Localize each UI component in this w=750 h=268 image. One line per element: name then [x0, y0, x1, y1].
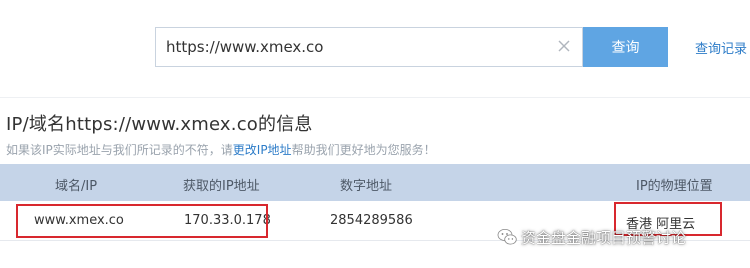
- hint-prefix: 如果该IP实际地址与我们所记录的不符，请: [6, 143, 233, 157]
- ip-lookup-page: 查询 查询记录 IP/域名https://www.xmex.co的信息 如果该I…: [0, 0, 750, 268]
- watermark-text: 资金盘金融项目预警讨论: [521, 228, 687, 247]
- hint-suffix: 帮助我们更好地为您服务！: [291, 143, 436, 157]
- table-header: 域名/IP 获取的IP地址 数字地址 IP的物理位置: [0, 164, 750, 201]
- column-header-ip: 获取的IP地址: [183, 179, 260, 194]
- column-header-domain: 域名/IP: [55, 179, 98, 194]
- watermark: 资金盘金融项目预警讨论: [497, 226, 686, 248]
- search-box[interactable]: [155, 27, 583, 67]
- search-area: 查询 查询记录: [0, 0, 750, 98]
- clear-icon[interactable]: [556, 38, 572, 54]
- highlight-box-domain-ip: [16, 204, 268, 238]
- page-title: IP/域名https://www.xmex.co的信息: [6, 114, 313, 135]
- hint-text: 如果该IP实际地址与我们所记录的不符，请更改IP地址帮助我们更好地为您服务！: [6, 141, 436, 158]
- search-button[interactable]: 查询: [583, 27, 668, 67]
- cell-numeric: 2854289586: [330, 213, 413, 228]
- column-header-location: IP的物理位置: [636, 179, 713, 194]
- wechat-icon: [497, 229, 517, 245]
- search-input[interactable]: [156, 28, 551, 66]
- query-history-link[interactable]: 查询记录: [695, 38, 747, 57]
- column-header-numeric: 数字地址: [340, 179, 393, 194]
- change-ip-link[interactable]: 更改IP地址: [233, 143, 292, 157]
